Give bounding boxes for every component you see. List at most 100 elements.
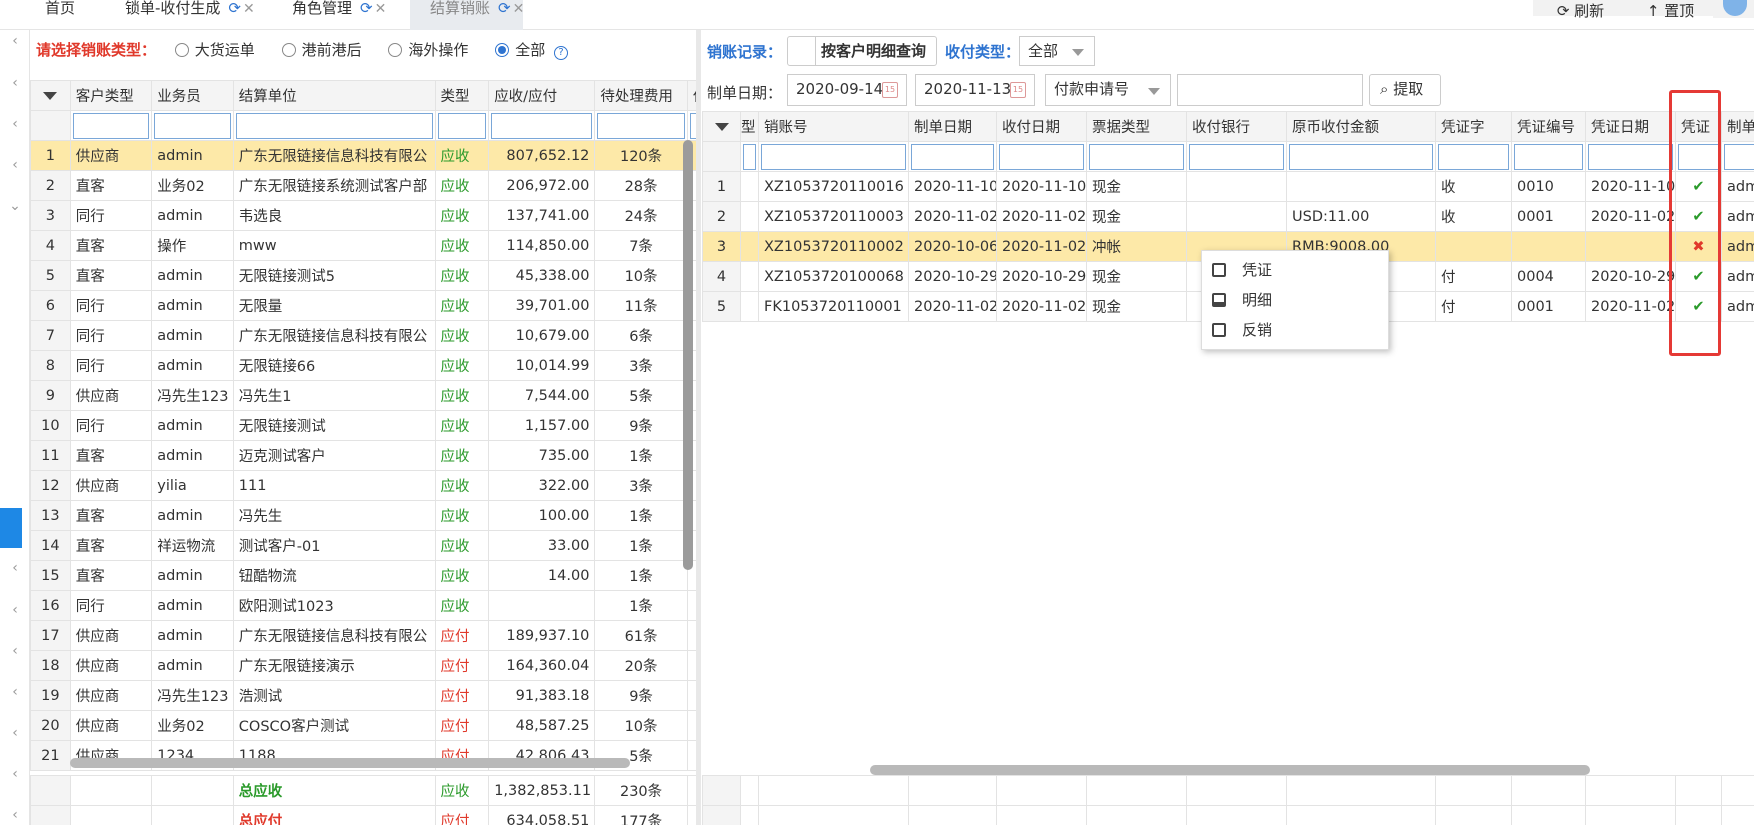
column-header[interactable]: 业务员: [151, 80, 234, 111]
avatar[interactable]: [1713, 0, 1754, 18]
calendar-icon[interactable]: 15: [882, 82, 898, 98]
radio-circle[interactable]: [174, 43, 189, 57]
column-filter-input[interactable]: [1511, 141, 1586, 172]
close-icon[interactable]: ✕: [243, 1, 255, 17]
top-button[interactable]: ↑ 置顶: [1628, 0, 1713, 20]
chevron-left-icon[interactable]: ‹: [0, 116, 30, 132]
menu-item-detail[interactable]: 明细: [1202, 285, 1390, 315]
table-row[interactable]: 12 供应商 yilia 111 应收 322.00 3条: [30, 470, 700, 501]
chevron-left-icon[interactable]: ‹: [0, 75, 30, 91]
column-filter-input[interactable]: [1585, 141, 1676, 172]
table-row[interactable]: 5 直客 admin 无限链接测试5 应收 45,338.00 10条: [30, 260, 700, 291]
column-header[interactable]: 类型: [434, 80, 490, 111]
column-filter-input[interactable]: [758, 141, 909, 172]
table-row[interactable]: 3 同行 admin 韦选良 应收 137,741.00 24条: [30, 200, 700, 231]
close-icon[interactable]: ✕: [375, 1, 387, 17]
column-header[interactable]: 待处理费用: [594, 80, 688, 111]
table-row[interactable]: 1 XZ1053720110016 2020-11-10 2020-11-10 现金收 0…: [702, 171, 1754, 202]
column-header[interactable]: 凭证日期: [1585, 111, 1676, 142]
table-row[interactable]: 16 同行 admin 欧阳测试1023 应收 1条: [30, 590, 700, 621]
radio-circle[interactable]: [388, 43, 403, 57]
table-row[interactable]: 11 直客 admin 迈克测试客户 应收 735.00 1条: [30, 440, 700, 471]
column-header[interactable]: 原币收付金额: [1286, 111, 1436, 142]
vertical-scrollbar[interactable]: [683, 140, 693, 570]
tab-lock-order[interactable]: 锁单-收付生成 ⟳ ✕: [125, 0, 255, 30]
column-header[interactable]: 应收/应付: [488, 80, 596, 111]
table-row[interactable]: 15 直客 admin 钮酷物流 应收 14.00 1条: [30, 560, 700, 591]
customer-detail-query-button[interactable]: 按客户明细查询: [787, 36, 937, 66]
table-row[interactable]: 20供应商业务02COSCO客户测试应付48,587.2510条4: [30, 710, 700, 741]
calendar-icon[interactable]: 15: [1010, 82, 1026, 98]
search-input[interactable]: [1177, 74, 1363, 106]
table-row[interactable]: 10 同行 admin 无限链接测试 应收 1,157.00 9条: [30, 410, 700, 441]
column-filter-input[interactable]: [69, 110, 153, 141]
column-header[interactable]: 销账号: [758, 111, 909, 142]
chevron-left-icon[interactable]: ‹: [0, 725, 30, 741]
column-filter-input[interactable]: [1186, 141, 1287, 172]
chevron-left-icon[interactable]: ‹: [0, 684, 30, 700]
pay-type-select[interactable]: 全部: [1019, 36, 1095, 66]
column-filter-input[interactable]: [488, 110, 596, 141]
column-header[interactable]: 客户类型: [69, 80, 153, 111]
table-row[interactable]: 8 同行 admin 无限链接66 应收 10,014.99 3条: [30, 350, 700, 381]
filter-icon[interactable]: [714, 122, 729, 131]
table-row[interactable]: 9供应商冯先生123冯先生1应收7,544.005条4: [30, 380, 700, 411]
table-row[interactable]: 18供应商admin广东无限链接演示应付164,360.0420条5: [30, 650, 700, 681]
column-filter-input[interactable]: [1286, 141, 1436, 172]
menu-item-reverse[interactable]: 反销: [1202, 315, 1390, 345]
table-row[interactable]: 2 XZ1053720110003 2020-11-02 2020-11-02 现金 US…: [702, 201, 1754, 232]
refresh-button[interactable]: ⟳ 刷新: [1533, 0, 1628, 20]
chevron-left-icon[interactable]: ‹: [0, 643, 30, 659]
column-filter-input[interactable]: [434, 110, 490, 141]
horizontal-scrollbar[interactable]: [870, 765, 1590, 775]
filter-icon[interactable]: [43, 91, 58, 100]
table-row[interactable]: 7同行admin广东无限链接信息科技有限公应收10,679.006条3: [30, 320, 700, 351]
date-to-input[interactable]: 2020-11-13 15: [915, 74, 1035, 106]
column-filter-input[interactable]: [1086, 141, 1187, 172]
table-row[interactable]: 17供应商admin广东无限链接信息科技有限公应付189,937.1061条1: [30, 620, 700, 651]
panel-splitter[interactable]: [696, 30, 701, 825]
refresh-icon[interactable]: ⟳: [498, 0, 511, 17]
radio-overseas[interactable]: 海外操作: [388, 41, 468, 59]
date-from-input[interactable]: 2020-09-14 15: [787, 74, 907, 106]
table-row[interactable]: 13 直客 admin 冯先生 应收 100.00 1条: [30, 500, 700, 531]
tab-home[interactable]: 首页: [45, 0, 75, 30]
column-header[interactable]: 结算单位: [232, 80, 436, 111]
filter-icon-cell[interactable]: [702, 111, 741, 142]
column-filter-input[interactable]: [1721, 141, 1754, 172]
menu-item-voucher[interactable]: 凭证: [1202, 255, 1390, 285]
column-header[interactable]: 制单: [1721, 111, 1754, 142]
table-row[interactable]: 2 直客 业务02 广东无限链接系统测试客户部 应收 206,972.00 28条: [30, 170, 700, 201]
column-filter-input[interactable]: [151, 110, 234, 141]
chevron-left-icon[interactable]: ‹: [0, 560, 30, 576]
column-header[interactable]: 凭证字: [1435, 111, 1512, 142]
table-row[interactable]: 14 直客 祥运物流 测试客户-01 应收 33.00 1条: [30, 530, 700, 561]
chevron-left-icon[interactable]: ‹: [0, 602, 30, 618]
radio-freight[interactable]: 大货运单: [174, 41, 255, 59]
radio-circle[interactable]: [281, 43, 296, 57]
column-filter-input[interactable]: [740, 141, 759, 172]
tab-settlement[interactable]: 结算销账 ⟳ ✕: [410, 0, 525, 30]
chevron-left-icon[interactable]: ‹: [0, 766, 30, 782]
radio-all[interactable]: 全部: [495, 41, 545, 59]
table-row[interactable]: 19供应商冯先生123浩测试应付91,383.189条5: [30, 680, 700, 711]
close-icon[interactable]: ✕: [513, 1, 525, 17]
help-icon[interactable]: ?: [553, 46, 568, 60]
column-filter-input[interactable]: [996, 141, 1087, 172]
column-filter-input[interactable]: [1435, 141, 1512, 172]
column-filter-input[interactable]: [232, 110, 436, 141]
chevron-left-icon[interactable]: ‹: [0, 157, 30, 173]
radio-port[interactable]: 港前港后: [281, 41, 362, 59]
chevron-left-icon[interactable]: ‹: [0, 807, 30, 823]
column-header[interactable]: 制单日期: [908, 111, 997, 142]
column-header[interactable]: 凭证编号: [1511, 111, 1586, 142]
column-header[interactable]: 收付日期: [996, 111, 1087, 142]
table-row[interactable]: 4 直客 操作 mww 应收 114,850.00 7条: [30, 230, 700, 261]
column-header[interactable]: 型: [740, 111, 759, 142]
column-filter-input[interactable]: [908, 141, 997, 172]
filter-icon-cell[interactable]: [30, 80, 71, 111]
extract-button[interactable]: ⌕ 提取: [1369, 74, 1441, 106]
radio-circle[interactable]: [495, 43, 510, 57]
chevron-left-icon[interactable]: ‹: [0, 33, 30, 49]
chevron-down-icon[interactable]: ⌄: [0, 198, 30, 214]
